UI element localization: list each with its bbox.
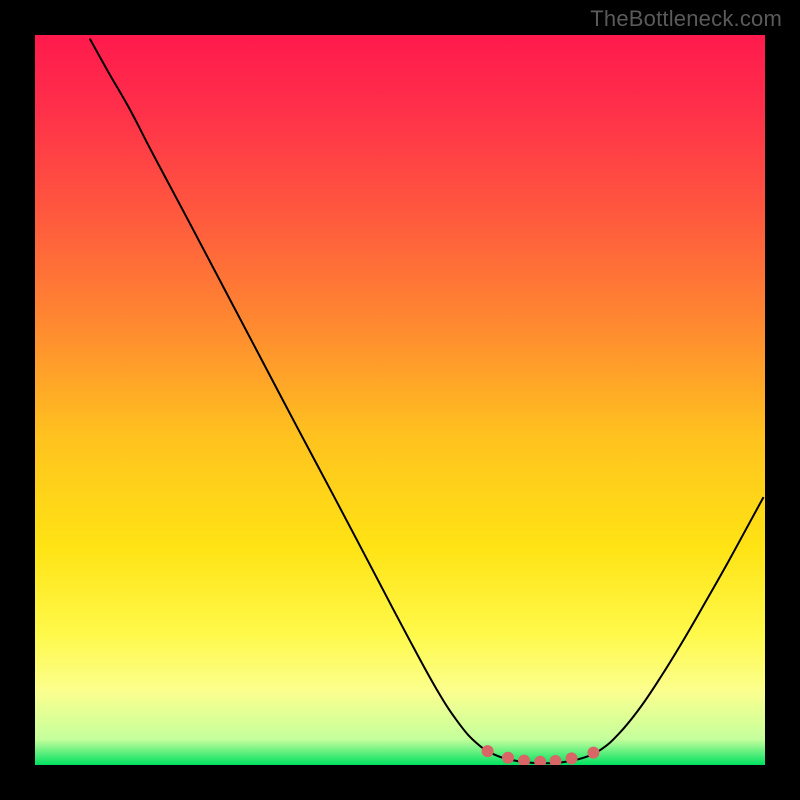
gradient-background bbox=[35, 35, 765, 765]
marker-dot bbox=[502, 752, 514, 764]
chart-frame: TheBottleneck.com bbox=[0, 0, 800, 800]
marker-dot bbox=[587, 747, 599, 759]
marker-dot bbox=[482, 745, 494, 757]
chart-svg bbox=[35, 35, 765, 765]
marker-dot bbox=[566, 752, 578, 764]
plot-area bbox=[35, 35, 765, 765]
watermark-label: TheBottleneck.com bbox=[590, 6, 782, 32]
